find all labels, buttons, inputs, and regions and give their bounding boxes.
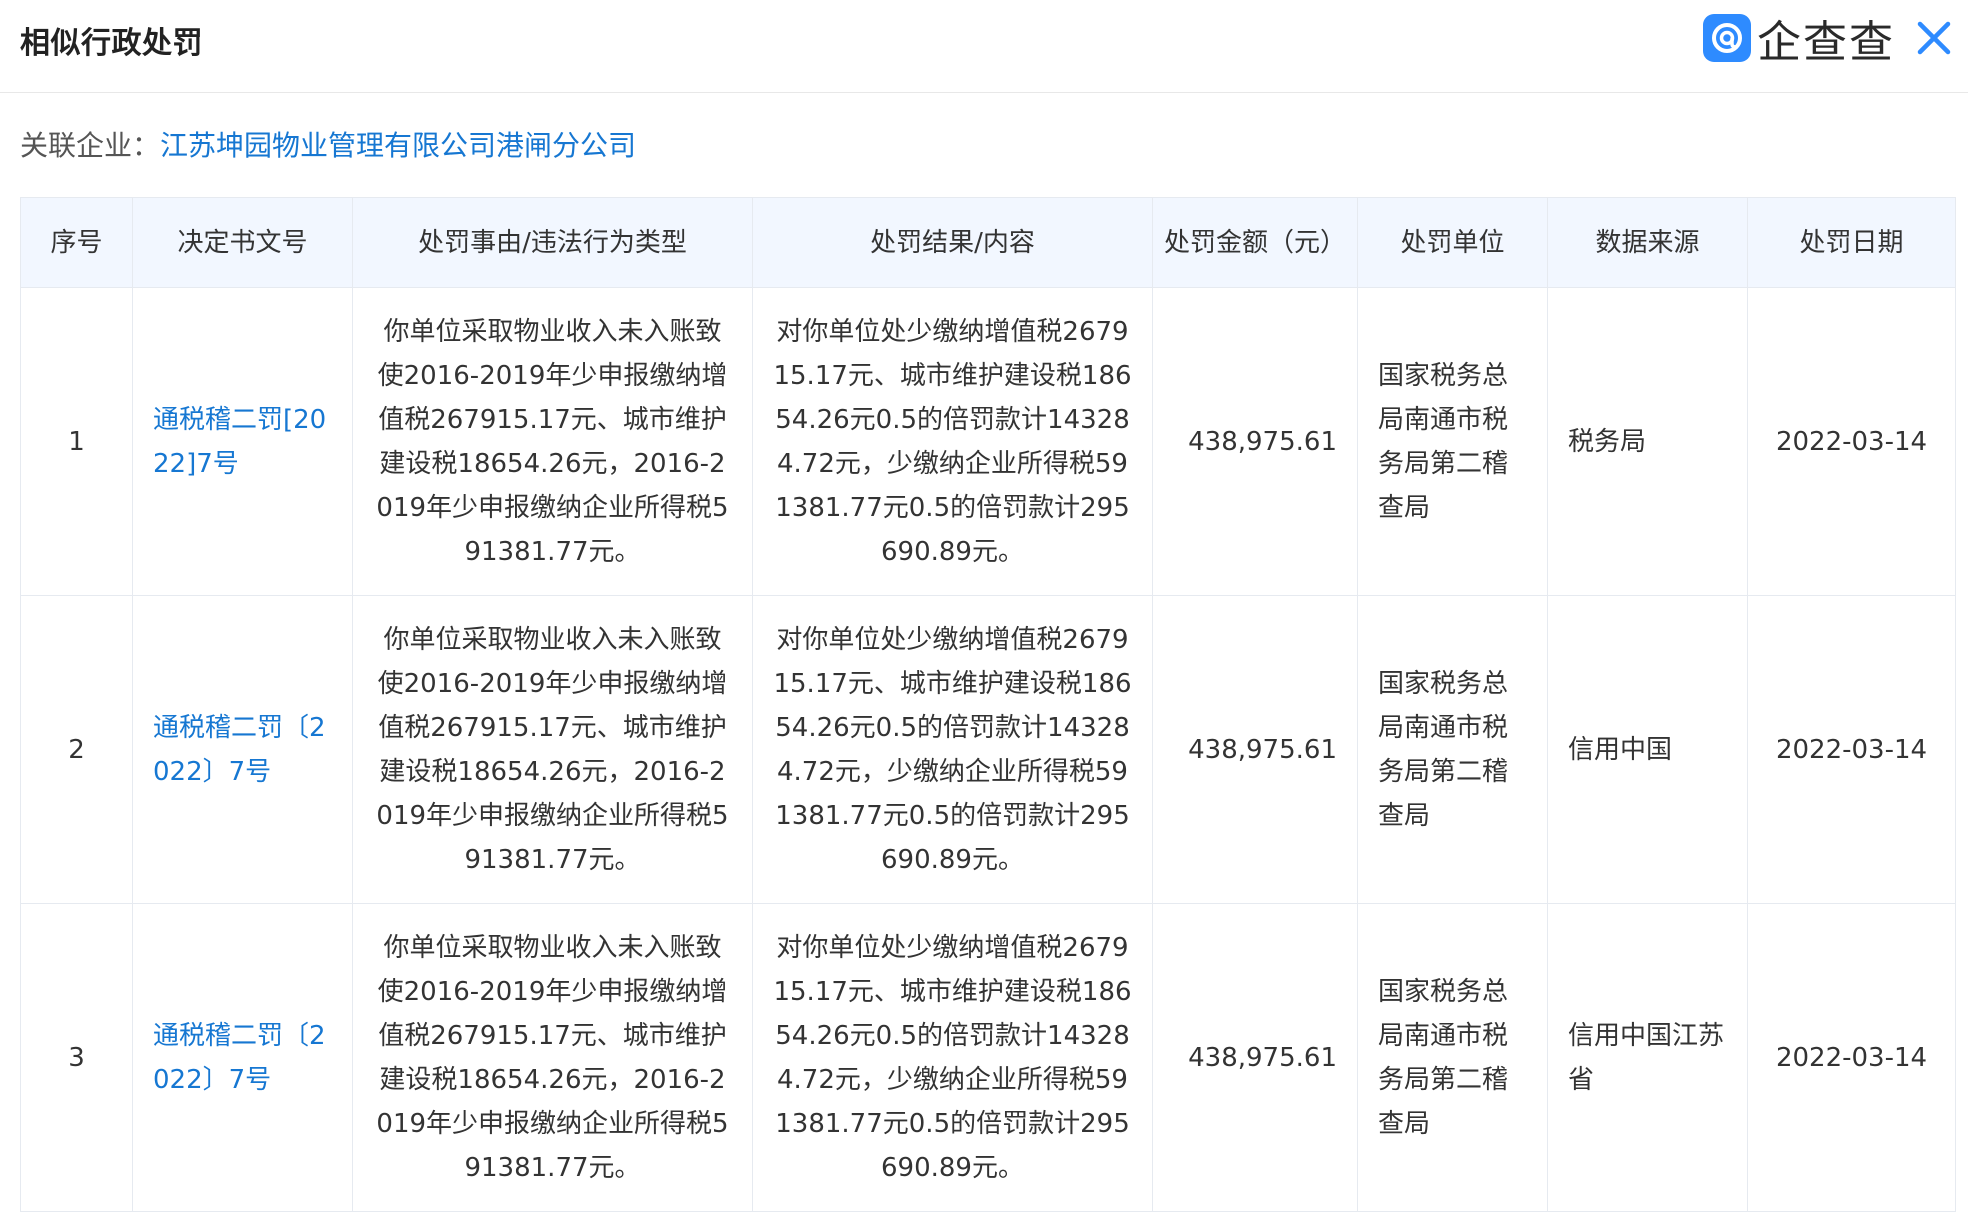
table-row: 1 通税稽二罚[2022]7号 你单位采取物业收入未入账致使2016-2019年…: [20, 287, 1956, 596]
cell-source: 信用中国江苏省: [1547, 903, 1748, 1212]
close-icon: [1917, 21, 1951, 55]
related-company-label: 关联企业：: [20, 129, 161, 162]
column-header-reason: 处罚事由/违法行为类型: [352, 197, 753, 288]
cell-unit: 国家税务总局南通市税务局第二稽查局: [1357, 595, 1548, 904]
related-company-link[interactable]: 江苏坤园物业管理有限公司港闸分公司: [160, 129, 636, 162]
cell-index: 3: [20, 903, 133, 1212]
table-row: 2 通税稽二罚〔2022〕7号 你单位采取物业收入未入账致使2016-2019年…: [20, 595, 1956, 904]
cell-source: 信用中国: [1547, 595, 1748, 904]
related-company: 关联企业：江苏坤园物业管理有限公司港闸分公司: [20, 126, 636, 166]
cell-result: 对你单位处少缴纳增值税267915.17元、城市维护建设税18654.26元0.…: [752, 903, 1153, 1212]
close-button[interactable]: [1912, 16, 1956, 60]
column-header-amount: 处罚金额（元）: [1152, 197, 1358, 288]
doc-number-link[interactable]: 通税稽二罚〔2022〕7号: [153, 713, 326, 787]
penalty-table-wrapper: 序号 决定书文号 处罚事由/违法行为类型 处罚结果/内容 处罚金额（元） 处罚单…: [20, 197, 1956, 1212]
table-row: 3 通税稽二罚〔2022〕7号 你单位采取物业收入未入账致使2016-2019年…: [20, 903, 1956, 1212]
dialog-header: 相似行政处罚 企查查: [0, 0, 1968, 93]
column-header-source: 数据来源: [1547, 197, 1748, 288]
brand: 企查查: [1703, 12, 1895, 68]
cell-result: 对你单位处少缴纳增值税267915.17元、城市维护建设税18654.26元0.…: [752, 287, 1153, 596]
qichacha-logo-icon: [1703, 14, 1751, 62]
cell-unit: 国家税务总局南通市税务局第二稽查局: [1357, 903, 1548, 1212]
cell-index: 1: [20, 287, 133, 596]
column-header-doc-no: 决定书文号: [132, 197, 353, 288]
column-header-result: 处罚结果/内容: [752, 197, 1153, 288]
cell-date: 2022-03-14: [1747, 903, 1956, 1212]
cell-index: 2: [20, 595, 133, 904]
doc-number-link[interactable]: 通税稽二罚〔2022〕7号: [153, 1021, 326, 1095]
cell-reason: 你单位采取物业收入未入账致使2016-2019年少申报缴纳增值税267915.1…: [352, 903, 753, 1212]
cell-date: 2022-03-14: [1747, 595, 1956, 904]
table-header-row: 序号 决定书文号 处罚事由/违法行为类型 处罚结果/内容 处罚金额（元） 处罚单…: [20, 197, 1956, 288]
page-title: 相似行政处罚: [20, 26, 203, 61]
cell-amount: 438,975.61: [1152, 287, 1358, 596]
doc-number-link[interactable]: 通税稽二罚[2022]7号: [153, 405, 326, 479]
brand-name: 企查查: [1757, 17, 1895, 68]
column-header-unit: 处罚单位: [1357, 197, 1548, 288]
cell-reason: 你单位采取物业收入未入账致使2016-2019年少申报缴纳增值税267915.1…: [352, 595, 753, 904]
cell-source: 税务局: [1547, 287, 1748, 596]
penalty-table: 序号 决定书文号 处罚事由/违法行为类型 处罚结果/内容 处罚金额（元） 处罚单…: [20, 197, 1956, 1212]
cell-unit: 国家税务总局南通市税务局第二稽查局: [1357, 287, 1548, 596]
column-header-date: 处罚日期: [1747, 197, 1956, 288]
cell-result: 对你单位处少缴纳增值税267915.17元、城市维护建设税18654.26元0.…: [752, 595, 1153, 904]
cell-amount: 438,975.61: [1152, 903, 1358, 1212]
cell-amount: 438,975.61: [1152, 595, 1358, 904]
column-header-index: 序号: [20, 197, 133, 288]
cell-reason: 你单位采取物业收入未入账致使2016-2019年少申报缴纳增值税267915.1…: [352, 287, 753, 596]
cell-date: 2022-03-14: [1747, 287, 1956, 596]
